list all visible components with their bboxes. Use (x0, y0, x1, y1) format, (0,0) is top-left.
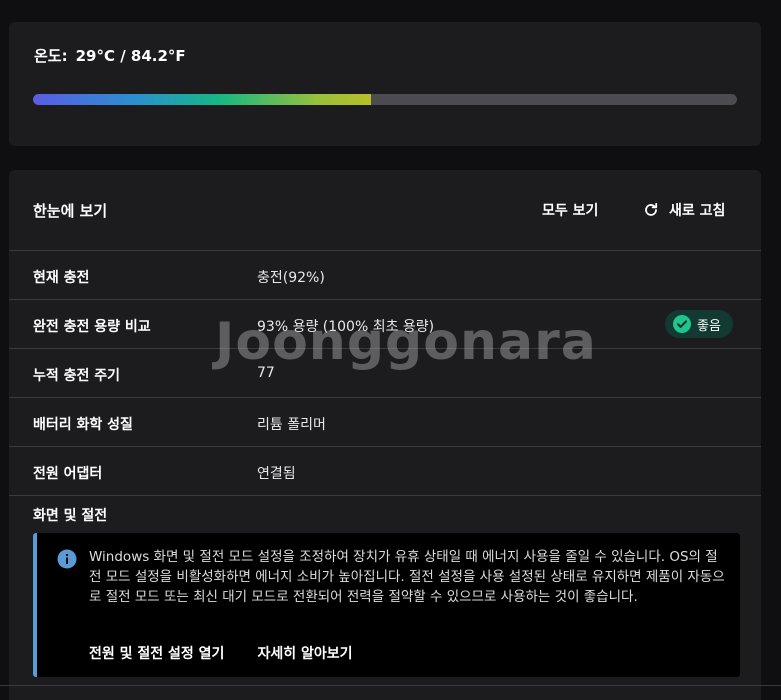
overview-header: 한눈에 보기 모두 보기 새로 고침 (9, 170, 761, 251)
row-label: 배터리 화학 성질 (33, 417, 133, 433)
overview-title: 한눈에 보기 (33, 202, 108, 220)
temperature-bar-fill (33, 94, 371, 105)
row-value: 충전(92%) (257, 270, 325, 286)
open-power-settings-link[interactable]: 전원 및 절전 설정 열기 (89, 646, 224, 662)
temperature-bar (33, 94, 737, 105)
info-icon (57, 549, 77, 569)
row-value: 리튬 폴리머 (257, 417, 326, 433)
row-label: 전원 어댑터 (33, 466, 103, 482)
learn-more-link[interactable]: 자세히 알아보기 (258, 646, 353, 662)
refresh-button[interactable]: 새로 고침 (643, 200, 725, 220)
info-links: 전원 및 절전 설정 열기 자세히 알아보기 (89, 643, 381, 663)
info-text: Windows 화면 및 절전 모드 설정을 조정하여 장치가 유휴 상태일 때… (89, 549, 725, 605)
refresh-icon (643, 202, 659, 218)
row-label: 완전 충전 용량 비교 (33, 319, 151, 335)
divider (0, 685, 781, 686)
temperature-value: 29°C / 84.2°F (75, 47, 186, 65)
temperature-card: 온도: 29°C / 84.2°F (9, 22, 761, 146)
row-label: 누적 충전 주기 (33, 368, 121, 384)
row-value: 93% 용량 (100% 최초 용량) (257, 319, 435, 335)
row-value: 연결됨 (257, 466, 296, 482)
refresh-label: 새로 고침 (669, 203, 726, 219)
row-power-adapter: 전원 어댑터 연결됨 (9, 447, 761, 496)
row-chemistry: 배터리 화학 성질 리튬 폴리머 (9, 398, 761, 447)
row-label: 현재 충전 (33, 270, 90, 286)
screen-power-title: 화면 및 절전 (33, 508, 108, 524)
overview-card: 한눈에 보기 모두 보기 새로 고침 현재 충전 충전(92%) 완전 충전 용… (9, 170, 761, 700)
temperature-label: 온도: 29°C / 84.2°F (34, 45, 186, 66)
row-full-charge-capacity: 완전 충전 용량 비교 93% 용량 (100% 최초 용량) 좋음 (9, 300, 761, 349)
row-cycle-count: 누적 충전 주기 77 (9, 349, 761, 398)
view-all-button[interactable]: 모두 보기 (542, 200, 598, 220)
check-circle-icon (673, 315, 691, 333)
status-badge-label: 좋음 (697, 318, 721, 334)
info-callout: Windows 화면 및 절전 모드 설정을 조정하여 장치가 유휴 상태일 때… (33, 533, 740, 677)
row-value: 77 (257, 365, 275, 381)
battery-info-page: 온도: 29°C / 84.2°F 한눈에 보기 모두 보기 새로 고침 현재 충… (0, 0, 781, 700)
status-badge-good: 좋음 (665, 310, 733, 338)
temperature-title: 온도: (34, 47, 68, 65)
row-current-charge: 현재 충전 충전(92%) (9, 251, 761, 300)
